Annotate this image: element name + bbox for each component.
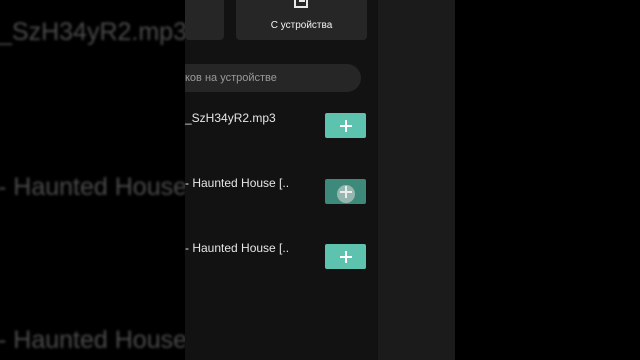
background-title-3: - Haunted House xyxy=(0,326,188,354)
right-side-panel xyxy=(378,0,455,360)
add-file-button-1[interactable] xyxy=(325,113,366,138)
add-file-button-3[interactable] xyxy=(325,244,366,269)
background-title-1: _SzH34yR2.mp3 xyxy=(0,18,187,46)
background-title-2: - Haunted House xyxy=(0,173,188,201)
phone-screen: С устройства ков на устройстве _SzH34yR2… xyxy=(185,0,378,360)
file-title-1: _SzH34yR2.mp3 xyxy=(185,111,276,125)
from-device-label: С устройства xyxy=(270,20,333,31)
file-title-3: - Haunted House [.. xyxy=(185,241,290,255)
plus-icon xyxy=(339,119,352,132)
from-device-tile[interactable]: С устройства xyxy=(236,0,367,40)
source-tile[interactable] xyxy=(185,0,224,40)
import-file-icon xyxy=(294,0,308,8)
touch-indicator xyxy=(337,185,355,203)
file-title-2: - Haunted House [.. xyxy=(185,176,290,190)
plus-icon xyxy=(339,250,352,263)
search-placeholder: ков на устройстве xyxy=(185,72,277,84)
